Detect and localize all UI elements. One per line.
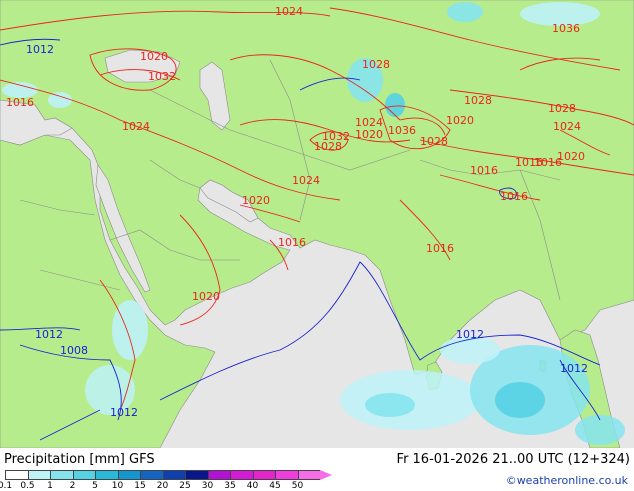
scale-swatch [95, 470, 118, 480]
isobar-label: 1020 [355, 128, 383, 141]
isobar-label: 1028 [420, 135, 448, 148]
precipitation-scale [5, 470, 332, 481]
map-canvas: 1024 1020 1032 1016 1024 1028 1024 1020 … [0, 0, 634, 448]
isobar-label: 1024 [553, 120, 581, 133]
map-title: Precipitation [mm] GFS [4, 452, 155, 467]
isobar-label: 1012 [26, 43, 54, 56]
scale-swatch [50, 470, 73, 480]
isobar-label: 1020 [192, 290, 220, 303]
scale-swatch [275, 470, 298, 480]
isobar-label: 1016 [534, 156, 562, 169]
isobar-label: 1012 [110, 406, 138, 419]
scale-swatch [27, 470, 50, 480]
scale-swatch [117, 470, 140, 480]
isobar-label: 1024 [122, 120, 150, 133]
weather-map: 1024 1020 1032 1016 1024 1028 1024 1020 … [0, 0, 634, 448]
isobar-label: 1016 [426, 242, 454, 255]
scale-swatch [207, 470, 230, 480]
scale-swatch [230, 470, 253, 480]
scale-swatch [297, 470, 320, 480]
isobar-label: 1032 [322, 130, 350, 143]
scale-swatch [140, 470, 163, 480]
scale-swatch [72, 470, 95, 480]
scale-swatch [185, 470, 208, 480]
scale-arrow [320, 470, 332, 480]
scale-swatch [5, 470, 28, 480]
credit-link[interactable]: ©weatheronline.co.uk [506, 474, 628, 487]
isobar-label: 1028 [548, 102, 576, 115]
isobar-label: 1024 [292, 174, 320, 187]
isobar-label: 1012 [456, 328, 484, 341]
isobar-label: 1008 [60, 344, 88, 357]
isobar-label: 1028 [464, 94, 492, 107]
isobar-label: 1032 [148, 70, 176, 83]
isobar-label: 1016 [470, 164, 498, 177]
isobar-label: 1016 [278, 236, 306, 249]
isobar-label: 1016 [500, 190, 528, 203]
isobar-label: 1020 [446, 114, 474, 127]
isobar-label: 1020 [242, 194, 270, 207]
scale-swatch [162, 470, 185, 480]
isobar-label: 1028 [362, 58, 390, 71]
isobar-label: 1024 [275, 5, 303, 18]
scale-swatch [252, 470, 275, 480]
isobar-label: 1020 [140, 50, 168, 63]
isobar-label: 1036 [552, 22, 580, 35]
isobar-label: 1012 [560, 362, 588, 375]
isobar-label: 1012 [35, 328, 63, 341]
isobar-label: 1016 [6, 96, 34, 109]
isobar-label: 1036 [388, 124, 416, 137]
map-datetime: Fr 16-01-2026 21..00 UTC (12+324) [396, 452, 630, 467]
